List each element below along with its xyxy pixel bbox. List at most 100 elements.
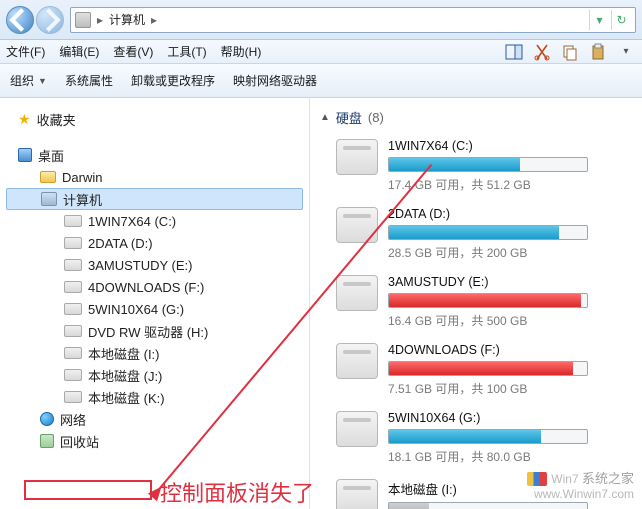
network-icon: [40, 412, 54, 426]
content-pane: ▲ 硬盘 (8) 1WIN7X64 (C:)17.4 GB 可用，共 51.2 …: [310, 98, 642, 509]
breadcrumb-sep: ▸: [151, 13, 157, 27]
hard-disk-icon: [336, 411, 378, 447]
drive-info: 4DOWNLOADS (F:)7.51 GB 可用，共 100 GB: [388, 343, 642, 397]
capacity-bar: [388, 502, 588, 509]
capacity-bar: [388, 429, 588, 444]
drive-stats: 18.1 GB 可用，共 80.0 GB: [388, 448, 632, 465]
nav-forward-button[interactable]: [36, 6, 64, 34]
group-name: 硬盘: [336, 108, 362, 127]
menu-file[interactable]: 文件(F): [6, 43, 45, 60]
toolbar-chevron-icon[interactable]: ▾: [616, 42, 636, 62]
tree-drive-item[interactable]: 本地磁盘 (J:): [0, 364, 309, 386]
drive-stats: 28.5 GB 可用，共 200 GB: [388, 244, 632, 261]
drive-name: 3AMUSTUDY (E:): [388, 275, 632, 289]
copy-icon[interactable]: [560, 42, 580, 62]
collapse-icon: ▲: [320, 112, 330, 123]
drive-name: 4DOWNLOADS (F:): [388, 343, 632, 357]
capacity-fill: [389, 430, 541, 443]
tree-label: 本地磁盘 (I:): [88, 344, 160, 363]
tree-drive-item[interactable]: 3AMUSTUDY (E:): [0, 254, 309, 276]
tree-label: 2DATA (D:): [88, 236, 153, 251]
drive-item[interactable]: 5WIN10X64 (G:)18.1 GB 可用，共 80.0 GB: [318, 407, 642, 475]
tree-label: 3AMUSTUDY (E:): [88, 258, 193, 273]
drive-info: 5WIN10X64 (G:)18.1 GB 可用，共 80.0 GB: [388, 411, 642, 465]
hard-disk-icon: [336, 139, 378, 175]
tree-drive-item[interactable]: 5WIN10X64 (G:): [0, 298, 309, 320]
menu-help[interactable]: 帮助(H): [221, 43, 262, 60]
hard-disk-icon: [336, 479, 378, 509]
hard-disk-icon: [336, 275, 378, 311]
drive-icon: [64, 237, 82, 249]
navigation-pane: ★ 收藏夹 桌面 Darwin 计算机 1WIN7X64 (C:) 2DATA (…: [0, 98, 310, 509]
drive-icon: [64, 281, 82, 293]
tree-desktop[interactable]: 桌面: [0, 144, 309, 166]
breadcrumb-sep: ▸: [97, 13, 103, 27]
drive-info: 3AMUSTUDY (E:)16.4 GB 可用，共 500 GB: [388, 275, 642, 329]
hard-disk-icon: [336, 207, 378, 243]
star-icon: ★: [18, 111, 31, 128]
menu-tools[interactable]: 工具(T): [167, 43, 206, 60]
command-bar: 组织▼ 系统属性 卸载或更改程序 映射网络驱动器: [0, 64, 642, 98]
titlebar: ▸ 计算机 ▸ ▾ ↻: [0, 0, 642, 40]
address-dropdown[interactable]: ▾: [589, 10, 609, 30]
refresh-button[interactable]: ↻: [611, 10, 631, 30]
breadcrumb-root[interactable]: 计算机: [109, 11, 145, 28]
capacity-fill: [389, 294, 581, 307]
capacity-bar: [388, 225, 588, 240]
menu-edit[interactable]: 编辑(E): [59, 43, 99, 60]
tree-label: DVD RW 驱动器 (H:): [88, 322, 208, 341]
computer-icon: [75, 12, 91, 28]
drive-item[interactable]: 4DOWNLOADS (F:)7.51 GB 可用，共 100 GB: [318, 339, 642, 407]
tree-network[interactable]: 网络: [0, 408, 309, 430]
tree-drive-item[interactable]: 4DOWNLOADS (F:): [0, 276, 309, 298]
computer-icon: [41, 192, 57, 206]
tree-recycle-bin[interactable]: 回收站: [0, 430, 309, 452]
drive-name: 1WIN7X64 (C:): [388, 139, 632, 153]
tree-favorites[interactable]: ★ 收藏夹: [0, 108, 309, 130]
nav-back-button[interactable]: [6, 6, 34, 34]
capacity-fill: [389, 226, 559, 239]
drive-icon: [64, 325, 82, 337]
address-bar[interactable]: ▸ 计算机 ▸ ▾ ↻: [70, 7, 636, 33]
tree-drive-item[interactable]: 本地磁盘 (K:): [0, 386, 309, 408]
tree-drive-item[interactable]: 2DATA (D:): [0, 232, 309, 254]
uninstall-programs-button[interactable]: 卸载或更改程序: [131, 72, 215, 89]
tree-drive-item[interactable]: DVD RW 驱动器 (H:): [0, 320, 309, 342]
tree-label: 本地磁盘 (K:): [88, 388, 165, 407]
drive-item[interactable]: 3AMUSTUDY (E:)16.4 GB 可用，共 500 GB: [318, 271, 642, 339]
paste-icon[interactable]: [588, 42, 608, 62]
system-properties-button[interactable]: 系统属性: [65, 72, 113, 89]
tree-empty-slot: [0, 452, 309, 472]
drive-icon: [64, 303, 82, 315]
menu-bar: 文件(F) 编辑(E) 查看(V) 工具(T) 帮助(H) ▾: [0, 40, 642, 64]
cut-icon[interactable]: [532, 42, 552, 62]
tree-label: 收藏夹: [37, 110, 76, 129]
tree-label: 计算机: [63, 190, 102, 209]
tree-drive-item[interactable]: 本地磁盘 (I:): [0, 342, 309, 364]
group-count: (8): [368, 110, 384, 125]
hard-disk-icon: [336, 343, 378, 379]
tree-label: 回收站: [60, 432, 99, 451]
map-network-drive-button[interactable]: 映射网络驱动器: [233, 72, 317, 89]
drive-item[interactable]: 1WIN7X64 (C:)17.4 GB 可用，共 51.2 GB: [318, 135, 642, 203]
organize-button[interactable]: 组织▼: [10, 72, 47, 89]
tree-user[interactable]: Darwin: [0, 166, 309, 188]
tree-computer[interactable]: 计算机: [6, 188, 303, 210]
tree-label: 1WIN7X64 (C:): [88, 214, 176, 229]
preview-pane-icon[interactable]: [504, 42, 524, 62]
drive-info: 1WIN7X64 (C:)17.4 GB 可用，共 51.2 GB: [388, 139, 642, 193]
tree-label: 4DOWNLOADS (F:): [88, 280, 204, 295]
menu-view[interactable]: 查看(V): [113, 43, 153, 60]
capacity-bar: [388, 293, 588, 308]
drive-name: 2DATA (D:): [388, 207, 632, 221]
tree-label: 网络: [60, 410, 86, 429]
desktop-icon: [18, 148, 32, 162]
user-folder-icon: [40, 171, 56, 183]
tree-drive-item[interactable]: 1WIN7X64 (C:): [0, 210, 309, 232]
group-header-hdd[interactable]: ▲ 硬盘 (8): [318, 104, 642, 135]
drive-icon: [64, 347, 82, 359]
recycle-bin-icon: [40, 434, 54, 448]
drive-icon: [64, 215, 82, 227]
tree-label: 本地磁盘 (J:): [88, 366, 162, 385]
drive-item[interactable]: 2DATA (D:) 28.5 GB 可用，共 200 GB: [318, 203, 642, 271]
